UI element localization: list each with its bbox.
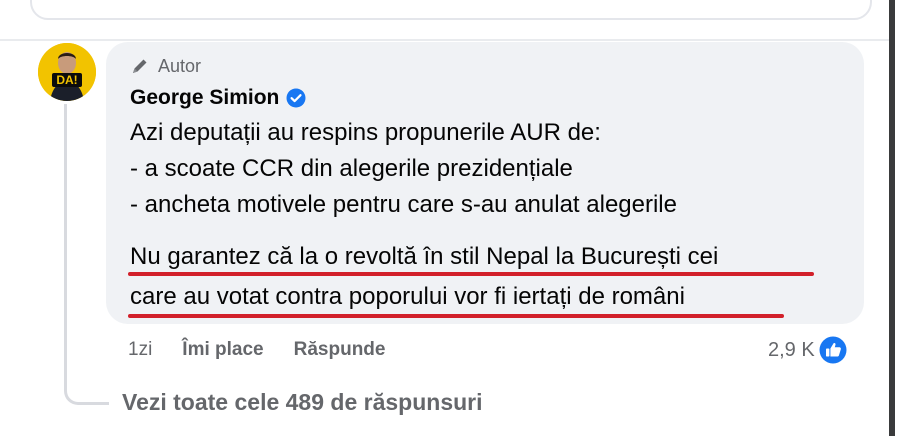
- pencil-icon: [130, 56, 150, 76]
- comment-text-line: Azi deputații au respins propunerile AUR…: [130, 119, 601, 146]
- red-underline: [128, 314, 784, 318]
- author-badge-label: Autor: [158, 55, 202, 76]
- author-badge: Autor: [130, 54, 201, 78]
- avatar-image: DA!: [38, 43, 96, 101]
- comment-actions: 1zi Îmi place Răspunde: [128, 337, 385, 363]
- previous-comment-box: [30, 0, 872, 20]
- comment-text-line: Nu garantez că la o revoltă în stil Nepa…: [130, 243, 719, 270]
- author-row: George Simion: [130, 83, 306, 113]
- reaction-summary[interactable]: 2,9 K: [768, 334, 847, 366]
- divider: [0, 39, 890, 41]
- author-name[interactable]: George Simion: [130, 86, 279, 110]
- like-thumb-icon: [819, 336, 847, 364]
- comment-timestamp[interactable]: 1zi: [128, 339, 152, 361]
- reaction-count: 2,9 K: [768, 338, 815, 361]
- comment-text-line: care au votat contra poporului vor fi ie…: [130, 283, 685, 310]
- verified-badge-icon: [286, 88, 306, 108]
- view-all-replies-link[interactable]: Vezi toate cele 489 de răspunsuri: [122, 386, 483, 418]
- reply-thread-line: [64, 104, 109, 405]
- reply-button[interactable]: Răspunde: [294, 339, 386, 361]
- red-underline: [128, 272, 814, 276]
- comment-text-line: - a scoate CCR din alegerile prezidenția…: [130, 155, 573, 182]
- avatar[interactable]: DA!: [38, 43, 96, 101]
- avatar-text: DA!: [56, 73, 77, 87]
- comment-text-line: - ancheta motivele pentru care s-au anul…: [130, 191, 677, 218]
- window-edge: [889, 0, 895, 436]
- like-button[interactable]: Îmi place: [182, 339, 263, 361]
